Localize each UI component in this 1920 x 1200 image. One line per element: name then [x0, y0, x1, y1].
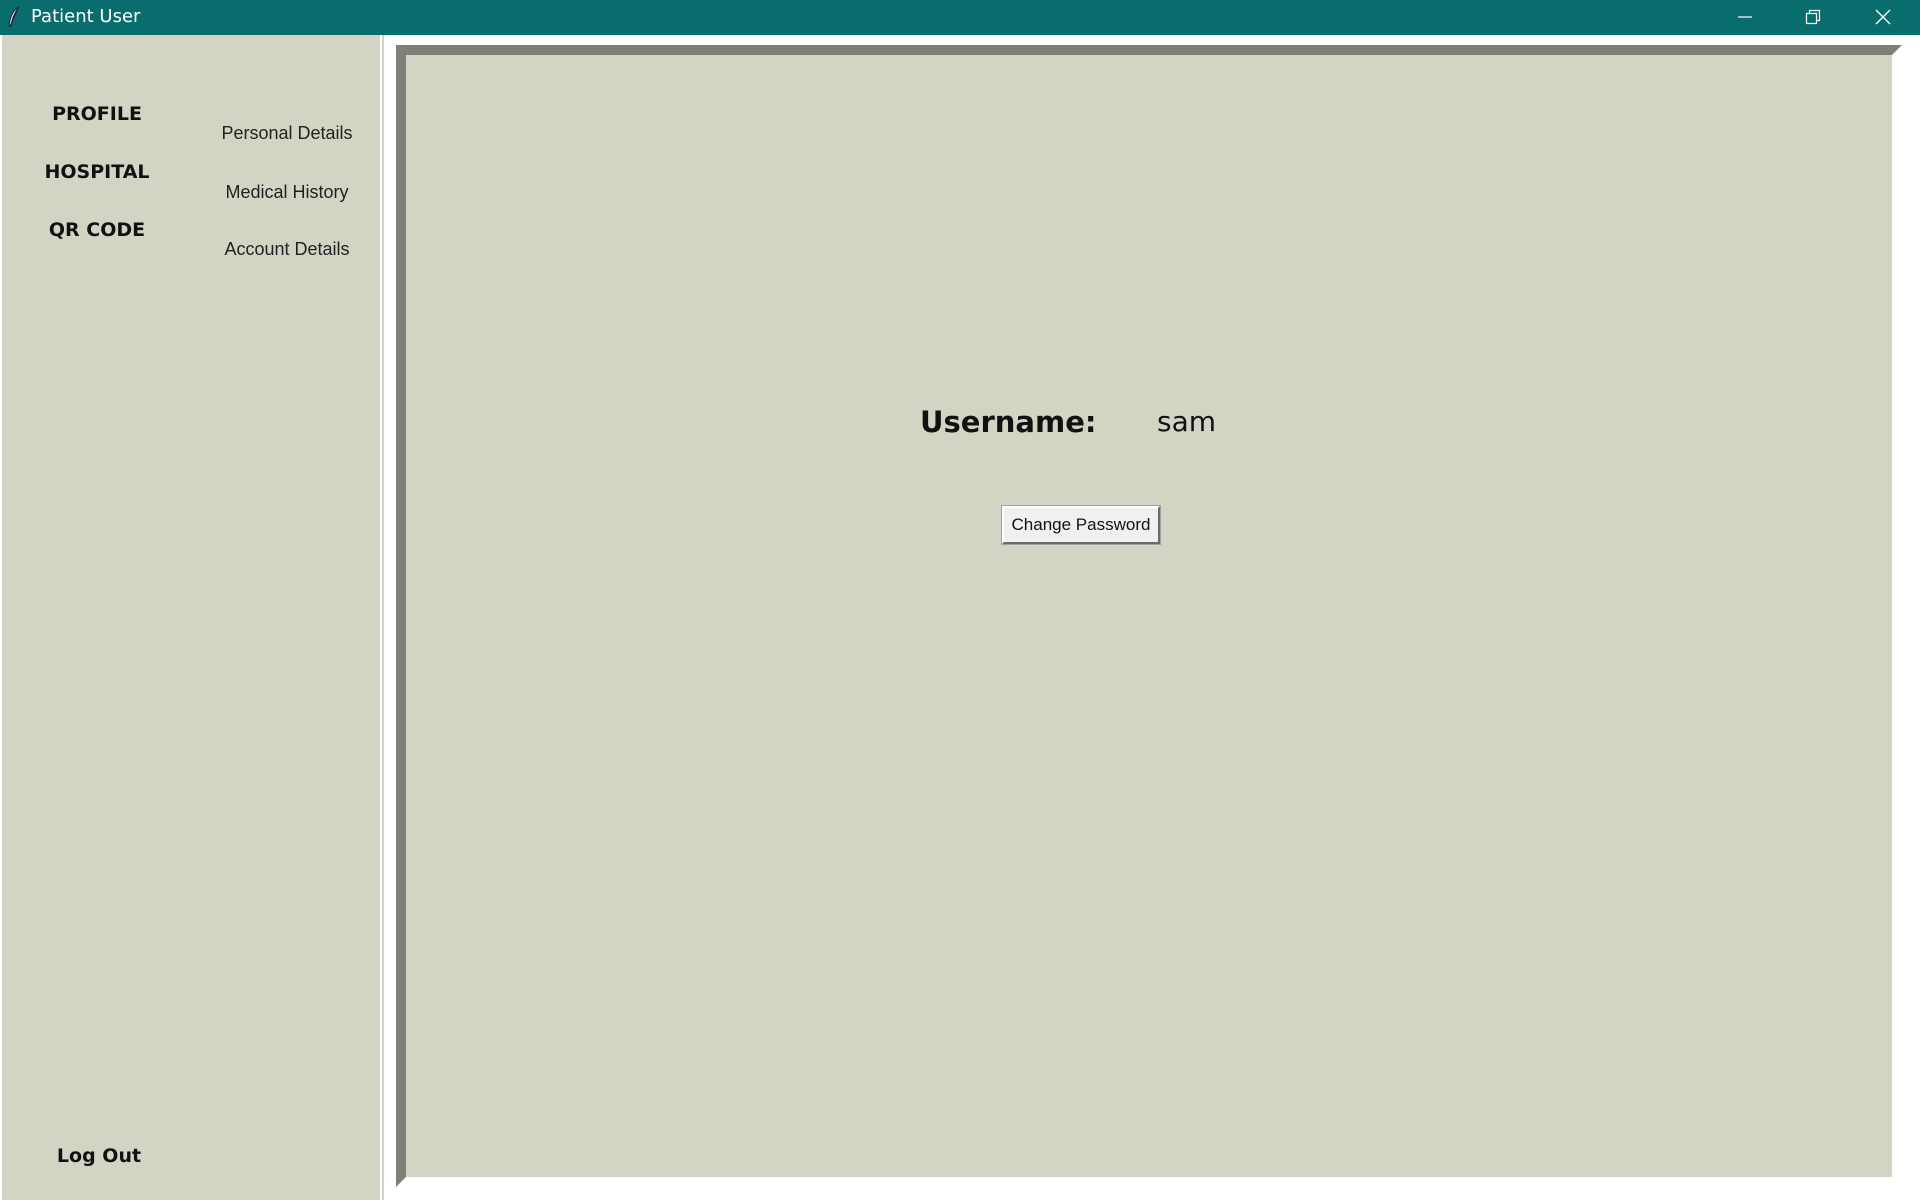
- username-value: sam: [1157, 405, 1217, 438]
- change-password-button[interactable]: Change Password: [1001, 505, 1161, 545]
- nav-profile[interactable]: PROFILE: [2, 103, 192, 125]
- restore-icon: [1805, 9, 1821, 25]
- account-details-panel: [396, 45, 1902, 1187]
- minimize-icon: [1738, 16, 1752, 18]
- close-button[interactable]: [1848, 0, 1918, 35]
- nav-qr-code[interactable]: QR CODE: [2, 219, 192, 241]
- main-content-frame: [384, 35, 1920, 1200]
- subnav-medical-history[interactable]: Medical History: [212, 182, 362, 203]
- nav-hospital[interactable]: HOSPITAL: [2, 161, 192, 183]
- feather-icon: [7, 6, 21, 28]
- title-bar[interactable]: Patient User: [0, 0, 1920, 35]
- username-label: Username:: [920, 405, 1097, 439]
- subnav-personal-details[interactable]: Personal Details: [212, 123, 362, 144]
- close-icon: [1875, 9, 1891, 25]
- subnav-account-details[interactable]: Account Details: [212, 239, 362, 260]
- app-window: Patient User PROFILE HOSPITAL QR CODE Pe…: [0, 0, 1920, 1200]
- minimize-button[interactable]: [1710, 0, 1780, 35]
- logout-button[interactable]: Log Out: [2, 1145, 196, 1167]
- sidebar: PROFILE HOSPITAL QR CODE Personal Detail…: [0, 35, 382, 1200]
- restore-button[interactable]: [1778, 0, 1848, 35]
- window-title: Patient User: [31, 6, 141, 27]
